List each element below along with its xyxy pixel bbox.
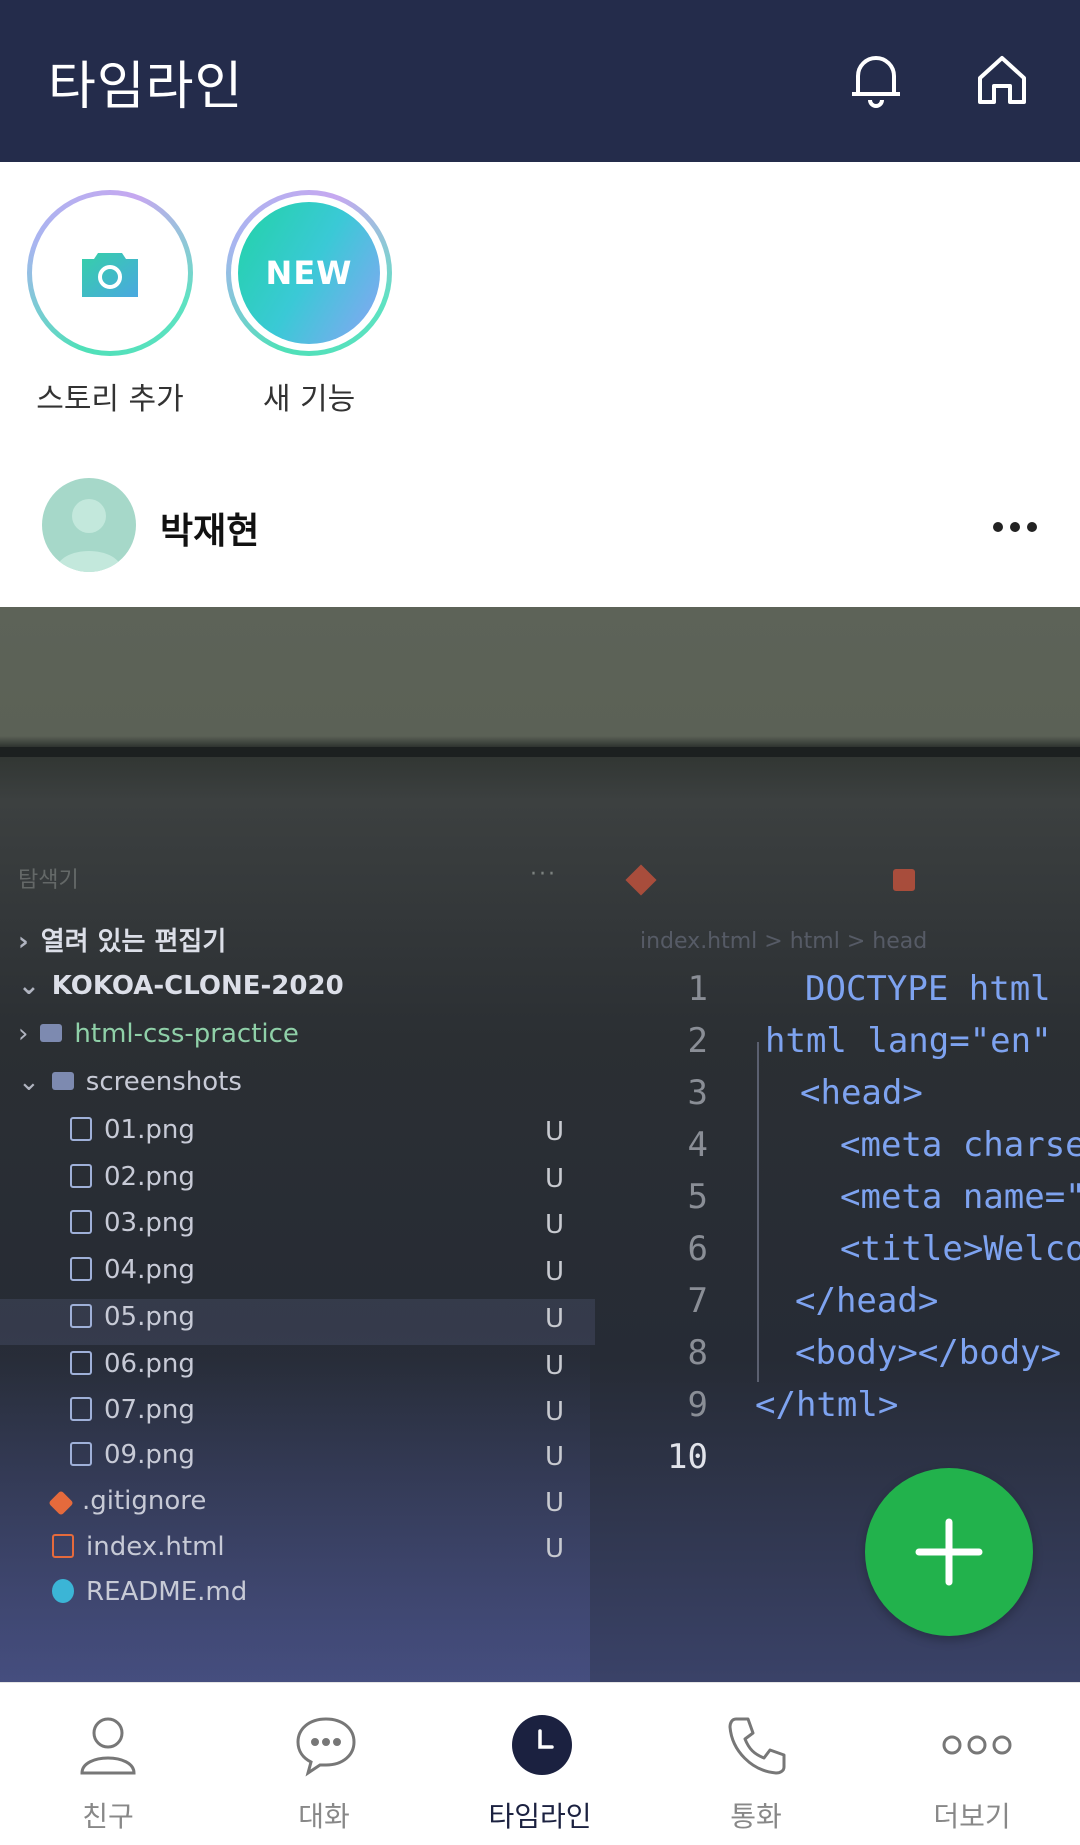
add-story-button[interactable]: 스토리 추가 [25, 190, 195, 418]
story-ring: NEW [226, 190, 392, 356]
line-number: 7 [687, 1281, 708, 1321]
new-badge: NEW [238, 202, 380, 344]
git-status: U [545, 1164, 565, 1194]
monitor-bezel [0, 747, 1080, 757]
nav-calls[interactable]: 통화 [648, 1683, 864, 1845]
git-status: U [545, 1442, 565, 1472]
story-label: 새 기능 [262, 382, 356, 417]
more-dots-icon [942, 1735, 1012, 1755]
file-item: 02.png [70, 1162, 195, 1192]
code-line: <meta charse [840, 1125, 1080, 1165]
clock-icon [512, 1715, 572, 1775]
code-line: html lang="en" [765, 1021, 1052, 1061]
line-number: 5 [687, 1177, 708, 1217]
post-header: 박재현 [0, 442, 1080, 607]
top-bar: 타임라인 [0, 0, 1080, 162]
plus-icon [915, 1518, 983, 1586]
page-title: 타임라인 [48, 57, 244, 117]
more-horizontal-icon[interactable] [990, 512, 1040, 542]
git-tab-icon [625, 864, 657, 896]
phone-icon [728, 1717, 786, 1775]
line-number: 8 [687, 1333, 708, 1373]
code-line: <head> [800, 1073, 923, 1113]
code-line: <title>Welcom [840, 1229, 1080, 1269]
app-root: 타임라인 스토리 추가 NEW 새 기능 박재현 탐색기 ··· index.h… [0, 0, 1080, 1845]
person-icon [80, 1717, 136, 1775]
line-number: 3 [687, 1073, 708, 1113]
story-ring [27, 190, 193, 356]
nav-label: 통화 [730, 1800, 782, 1833]
nav-label: 친구 [82, 1800, 134, 1833]
git-status: U [545, 1117, 565, 1147]
open-editors-label: › 열려 있는 편집기 [18, 927, 227, 957]
git-status: U [545, 1304, 565, 1334]
file-item: 05.png [70, 1302, 195, 1332]
git-status: U [545, 1210, 565, 1240]
git-status: U [545, 1397, 565, 1427]
file-item: 03.png [70, 1208, 195, 1238]
code-line: </html> [755, 1385, 899, 1425]
story-label: 스토리 추가 [36, 382, 184, 417]
file-item: .gitignore [48, 1486, 206, 1516]
new-feature-story[interactable]: NEW 새 기능 [224, 190, 394, 418]
file-item: 06.png [70, 1349, 195, 1379]
git-status: U [545, 1257, 565, 1287]
nav-friends[interactable]: 친구 [0, 1683, 216, 1845]
post-author[interactable]: 박재현 [160, 502, 259, 554]
nav-timeline[interactable]: 타임라인 [432, 1683, 648, 1845]
line-number: 4 [687, 1125, 708, 1165]
file-item: index.html [52, 1532, 225, 1562]
code-line: <body></body> [795, 1333, 1062, 1373]
indent-guide [757, 1042, 759, 1382]
line-number: 1 [687, 969, 708, 1009]
line-number: 2 [687, 1021, 708, 1061]
html-tab-icon [893, 869, 915, 891]
default-avatar-icon [56, 499, 122, 572]
breadcrumb: index.html > html > head [640, 929, 928, 954]
explorer-title: 탐색기 [18, 868, 79, 893]
code-line: <meta name="v [840, 1177, 1080, 1217]
bell-icon[interactable] [844, 48, 908, 112]
file-item: 04.png [70, 1255, 195, 1285]
nav-label: 더보기 [933, 1800, 1011, 1833]
git-status: U [545, 1351, 565, 1381]
home-icon[interactable] [970, 48, 1034, 112]
explorer-more-icon: ··· [530, 862, 557, 887]
file-item: 01.png [70, 1115, 195, 1145]
code-line: DOCTYPE html [805, 969, 1051, 1009]
chat-bubble-icon [296, 1717, 356, 1777]
add-post-button[interactable] [865, 1468, 1033, 1636]
line-number: 9 [687, 1385, 708, 1425]
nav-more[interactable]: 더보기 [864, 1683, 1080, 1845]
project-root: ⌄ KOKOA-CLONE-2020 [18, 971, 344, 1001]
file-item: 07.png [70, 1395, 195, 1425]
file-item: README.md [52, 1577, 247, 1607]
avatar[interactable] [42, 478, 136, 572]
stories-row: 스토리 추가 NEW 새 기능 [0, 162, 1080, 442]
git-status: U [545, 1488, 565, 1518]
code-line: </head> [795, 1281, 939, 1321]
file-item: ⌄ screenshots [18, 1067, 242, 1097]
line-number: 6 [687, 1229, 708, 1269]
file-item: › html-css-practice [18, 1019, 299, 1049]
file-item: 09.png [70, 1440, 195, 1470]
nav-label: 대화 [298, 1800, 350, 1833]
camera-icon [82, 253, 138, 297]
bottom-nav: 친구 대화 타임라인 통화 더보기 [0, 1682, 1080, 1845]
nav-label: 타임라인 [488, 1800, 592, 1833]
line-number: 10 [667, 1437, 708, 1477]
git-status: U [545, 1534, 565, 1564]
nav-chats[interactable]: 대화 [216, 1683, 432, 1845]
